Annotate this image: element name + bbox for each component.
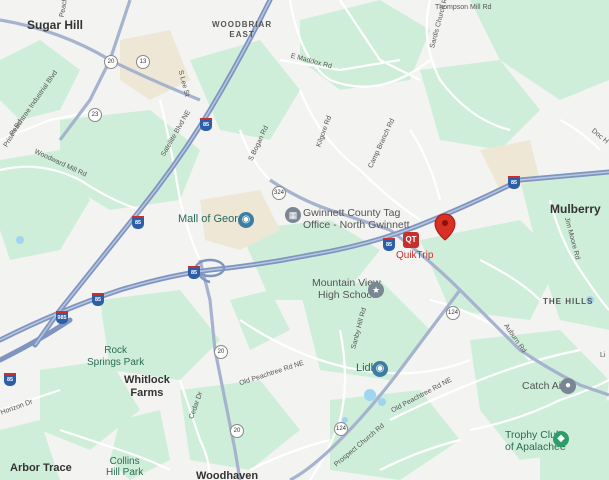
route-124-shield: 124: [446, 306, 460, 320]
map-canvas[interactable]: Sugar Hill WOODBRIAR EAST Mulberry THE H…: [0, 0, 609, 480]
interstate-985-shield: 985: [56, 311, 68, 324]
label-rock-springs-park[interactable]: Rock Springs Park: [87, 345, 144, 369]
interstate-85-shield: 85: [200, 118, 212, 131]
interstate-85-shield: 85: [508, 176, 520, 189]
poi-catch-air-label[interactable]: Catch Air: [522, 380, 565, 392]
trophy-icon[interactable]: ◆: [553, 431, 569, 447]
route-324-shield: 324: [272, 186, 286, 200]
route-124-shield: 124: [334, 422, 348, 436]
label-collins-hill-park[interactable]: Collins Hill Park: [106, 456, 143, 478]
poi-tag-office-label[interactable]: Gwinnett County Tag Office - North Gwinn…: [303, 207, 410, 231]
label-woodbriar-east: WOODBRIAR EAST: [212, 20, 273, 39]
label-woodhaven: Woodhaven: [196, 470, 259, 480]
interstate-85-shield: 85: [383, 238, 395, 251]
label-whitlock-farms: Whitlock Farms: [124, 374, 170, 399]
interstate-85-shield: 85: [132, 216, 144, 229]
interstate-85-shield-2: 85: [92, 293, 104, 306]
interstate-85-shield: 85: [188, 266, 200, 279]
label-mulberry: Mulberry: [550, 202, 601, 216]
school-icon[interactable]: ★: [368, 282, 384, 298]
label-sugar-hill: Sugar Hill: [27, 18, 84, 32]
route-20-shield: 20: [104, 55, 118, 69]
park-areas: [0, 0, 609, 480]
route-23-shield: 23: [88, 108, 102, 122]
street-li: Li: [600, 352, 606, 359]
entertainment-icon[interactable]: ●: [560, 378, 576, 394]
route-13-shield: 13: [136, 55, 150, 69]
label-the-hills: THE HILLS: [543, 297, 594, 306]
map-base-layer: [0, 0, 609, 480]
route-20-shield: 20: [214, 345, 228, 359]
interstate-85-shield-3: 85: [4, 373, 16, 386]
cart-icon[interactable]: ◉: [372, 361, 388, 377]
label-arbor-trace: Arbor Trace: [10, 462, 72, 474]
route-20-shield: 20: [230, 424, 244, 438]
shopping-bag-icon[interactable]: ◉: [238, 212, 254, 228]
building-icon[interactable]: ▦: [285, 207, 301, 223]
poi-lidl-label[interactable]: Lidl: [356, 362, 373, 374]
quiktrip-icon[interactable]: QT: [403, 232, 419, 248]
poi-quiktrip-label[interactable]: QuikTrip: [396, 250, 433, 261]
